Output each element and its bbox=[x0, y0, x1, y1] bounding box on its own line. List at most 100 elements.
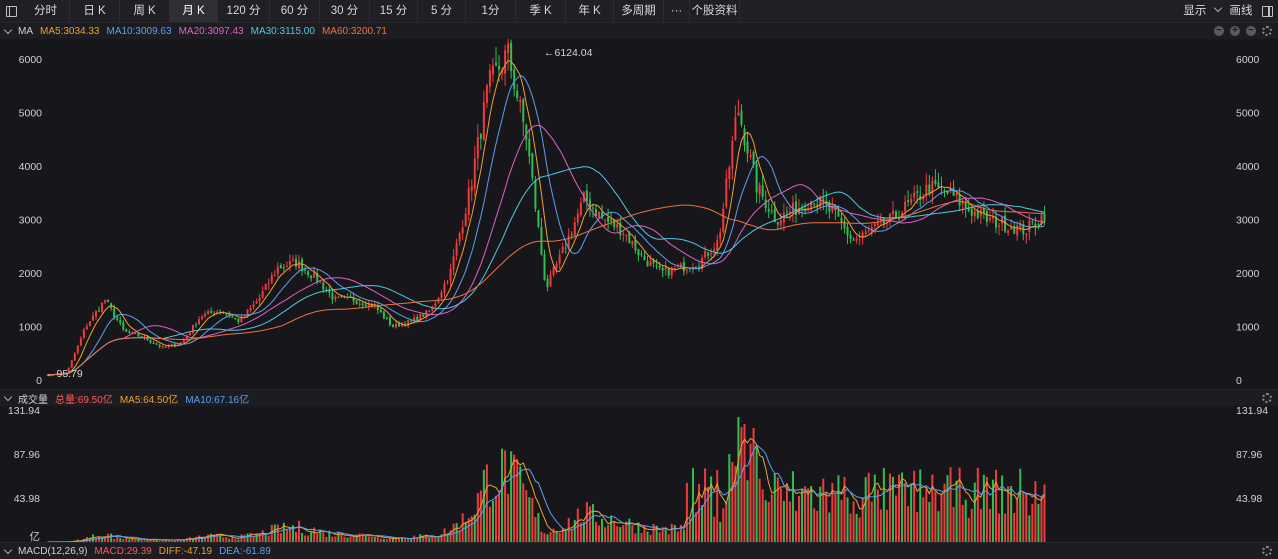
candle-body bbox=[762, 185, 764, 197]
remove-icon[interactable]: − bbox=[1246, 26, 1256, 36]
volume-bar bbox=[856, 514, 858, 542]
tab-7[interactable]: 15 分 bbox=[370, 0, 418, 22]
high-price-label: ←6124.04 bbox=[544, 47, 593, 59]
right-panel-toggle-icon[interactable] bbox=[1256, 0, 1278, 22]
volume-bar bbox=[968, 518, 970, 542]
tab-2[interactable]: 周 K bbox=[120, 0, 170, 22]
candle-body bbox=[125, 329, 127, 332]
candle-body bbox=[1034, 224, 1036, 227]
candle-body bbox=[198, 319, 200, 324]
candle-body bbox=[740, 111, 742, 125]
tab-12[interactable]: 多周期 bbox=[614, 0, 664, 22]
tab-0[interactable]: 分时 bbox=[22, 0, 70, 22]
volume-bar bbox=[277, 525, 279, 542]
macd-value-1: DIFF:-47.19 bbox=[159, 546, 212, 557]
macd-value-0: MACD:29.39 bbox=[94, 546, 151, 557]
tab-14[interactable]: 个股资料 bbox=[690, 0, 740, 22]
collapse-chevron-icon[interactable] bbox=[4, 25, 12, 33]
candle-body bbox=[462, 227, 464, 233]
volume-y-label-left: 亿 bbox=[30, 530, 41, 542]
ma-indicator-name[interactable]: MA bbox=[18, 26, 33, 37]
volume-bar bbox=[322, 531, 324, 542]
volume-bar bbox=[925, 488, 927, 542]
tab-8[interactable]: 5 分 bbox=[418, 0, 466, 22]
candle-body bbox=[704, 251, 706, 257]
volume-bar bbox=[556, 531, 558, 542]
price-chart[interactable]: 6000500040003000200010000 60005000400030… bbox=[0, 39, 1278, 389]
volume-bar bbox=[722, 508, 724, 542]
candle-body bbox=[395, 324, 397, 328]
candle-body bbox=[980, 210, 982, 216]
volume-bar bbox=[834, 495, 836, 542]
collapse-chevron-icon[interactable] bbox=[4, 545, 12, 553]
candle-body bbox=[1037, 224, 1039, 225]
volume-bar bbox=[989, 509, 991, 542]
display-menu[interactable]: 显示 bbox=[1178, 0, 1226, 22]
volume-bar bbox=[774, 473, 776, 542]
volume-bar bbox=[783, 501, 785, 542]
volume-bar bbox=[980, 509, 982, 542]
volume-bar bbox=[977, 468, 979, 542]
gear-icon[interactable] bbox=[1262, 546, 1272, 556]
volume-bar bbox=[880, 509, 882, 542]
candle-body bbox=[289, 261, 291, 265]
volume-bar bbox=[522, 483, 524, 542]
macd-indicator-name[interactable]: MACD(12,26,9) bbox=[18, 546, 87, 557]
collapse-chevron-icon[interactable] bbox=[4, 392, 12, 400]
candle-body bbox=[807, 210, 809, 212]
candle-body bbox=[416, 317, 418, 321]
tab-13[interactable]: ··· bbox=[664, 0, 690, 22]
tab-9[interactable]: 1分 bbox=[466, 0, 516, 22]
tab-11[interactable]: 年 K bbox=[566, 0, 614, 22]
y-axis-label-right: 0 bbox=[1236, 375, 1242, 387]
tab-3[interactable]: 月 K bbox=[170, 0, 218, 22]
volume-bar bbox=[931, 474, 933, 542]
volume-bar bbox=[1031, 504, 1033, 542]
minus-icon[interactable]: − bbox=[1214, 26, 1224, 36]
candle-body bbox=[534, 180, 536, 208]
candle-body bbox=[286, 266, 288, 267]
candle-body bbox=[113, 308, 115, 317]
candle-body bbox=[156, 343, 158, 344]
candle-body bbox=[392, 325, 394, 327]
volume-bar bbox=[359, 534, 361, 542]
volume-bar bbox=[862, 497, 864, 542]
candle-body bbox=[231, 317, 233, 318]
candle-body bbox=[765, 199, 767, 208]
volume-indicator-name[interactable]: 成交量 bbox=[18, 391, 48, 406]
candle-body bbox=[259, 298, 261, 302]
candle-body bbox=[837, 210, 839, 216]
volume-bar bbox=[798, 496, 800, 542]
draw-line-button[interactable]: 画线 bbox=[1226, 0, 1256, 22]
tab-4[interactable]: 120 分 bbox=[218, 0, 270, 22]
plus-icon[interactable]: + bbox=[1230, 26, 1240, 36]
left-panel-toggle-icon[interactable] bbox=[0, 0, 22, 22]
ma-indicator-bar: MA MA5:3034.33MA10:3009.63MA20:3097.43MA… bbox=[0, 22, 1278, 39]
volume-chart[interactable]: 131.9487.9643.98亿 131.9487.9643.98 bbox=[0, 406, 1278, 542]
volume-value-0: 总量:69.50亿 bbox=[55, 395, 113, 406]
candle-body bbox=[916, 191, 918, 193]
tab-6[interactable]: 30 分 bbox=[320, 0, 370, 22]
volume-bar bbox=[1037, 504, 1039, 542]
candle-body bbox=[140, 336, 142, 337]
candle-body bbox=[356, 300, 358, 304]
volume-bar bbox=[243, 535, 245, 542]
volume-bar bbox=[531, 498, 533, 542]
candle-body bbox=[262, 291, 264, 297]
gear-icon[interactable] bbox=[1262, 26, 1272, 36]
volume-bar bbox=[956, 481, 958, 542]
tab-1[interactable]: 日 K bbox=[70, 0, 120, 22]
gear-icon[interactable] bbox=[1262, 393, 1272, 403]
candle-body bbox=[592, 208, 594, 209]
candle-body bbox=[843, 221, 845, 228]
volume-bar bbox=[1013, 513, 1015, 542]
volume-y-label-right: 87.96 bbox=[1236, 449, 1262, 461]
candle-body bbox=[868, 230, 870, 231]
candle-body bbox=[813, 203, 815, 204]
tab-5[interactable]: 60 分 bbox=[270, 0, 320, 22]
candle-body bbox=[207, 311, 209, 314]
tab-10[interactable]: 季 K bbox=[516, 0, 566, 22]
volume-y-label-right: 43.98 bbox=[1236, 493, 1262, 505]
candle-body bbox=[528, 139, 530, 157]
candle-body bbox=[313, 272, 315, 277]
